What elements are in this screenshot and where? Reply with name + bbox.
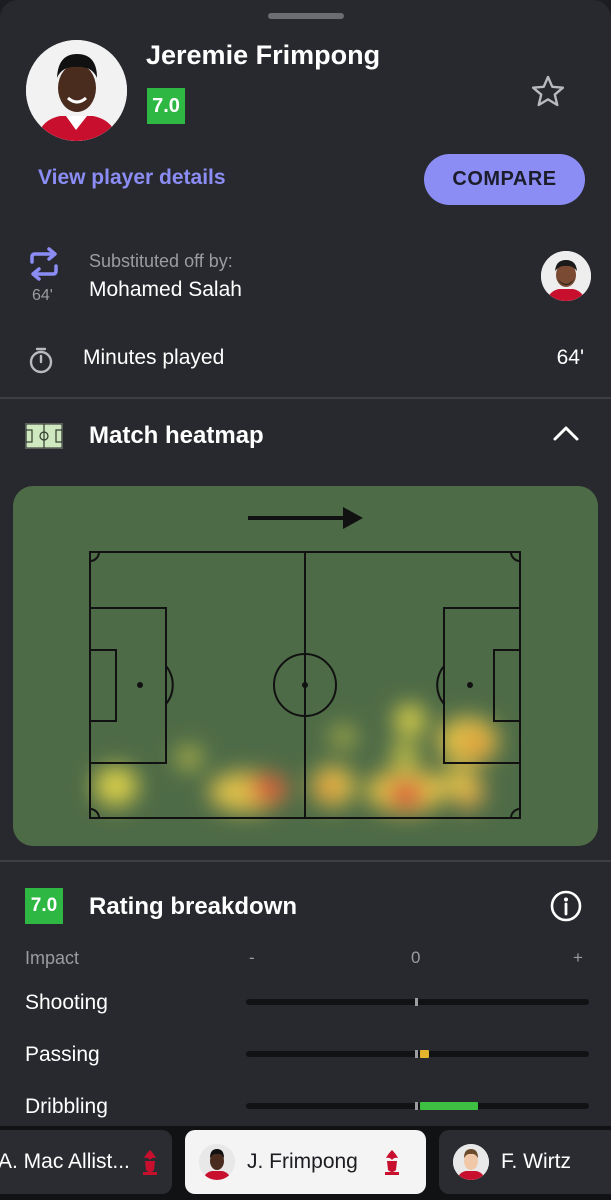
attack-direction-arrow: [248, 507, 363, 529]
lfc-crest-icon: [142, 1150, 157, 1175]
player-tab-wirtz[interactable]: F. Wirtz: [439, 1130, 611, 1194]
tab-avatar: [199, 1144, 235, 1180]
minutes-played-value: 64': [556, 346, 584, 369]
minutes-played-label: Minutes played: [83, 346, 225, 369]
dribbling-impact-bar: [420, 1102, 479, 1110]
substitute-player-name[interactable]: Mohamed Salah: [89, 278, 242, 302]
star-icon[interactable]: [528, 72, 568, 112]
rating-breakdown-title: Rating breakdown: [89, 893, 298, 920]
tab-avatar: [453, 1144, 489, 1180]
passing-label: Passing: [25, 1043, 100, 1066]
impact-axis-zero: 0: [411, 948, 421, 967]
shooting-label: Shooting: [25, 991, 108, 1014]
player-sheet: LFC Jeremie Frimpong 7.0 View player det…: [0, 0, 611, 1200]
compare-button[interactable]: COMPARE: [424, 154, 585, 205]
substitution-label: Substituted off by:: [89, 251, 233, 271]
player-tab-bar: A. Mac Allist... J. Frimpong F. Wirtz: [0, 1126, 611, 1200]
divider: [0, 397, 611, 399]
heat-zones: [94, 704, 498, 813]
chevron-up-icon[interactable]: [552, 422, 580, 444]
breakdown-rating-badge: 7.0: [25, 888, 63, 924]
heatmap-section-title[interactable]: Match heatmap: [89, 422, 264, 450]
dribbling-label: Dribbling: [25, 1095, 108, 1118]
passing-zero-marker: [415, 1050, 418, 1058]
club-badge-text: LFC: [104, 131, 117, 138]
player-tab-frimpong[interactable]: J. Frimpong: [185, 1130, 426, 1194]
player-rating-badge: 7.0: [147, 88, 185, 124]
impact-axis-min: -: [249, 948, 255, 967]
impact-axis-max: +: [573, 948, 583, 967]
match-heatmap: [13, 486, 598, 846]
lfc-crest-icon: [384, 1150, 399, 1175]
player-avatar: LFC: [26, 40, 127, 141]
pitch-icon: [25, 423, 63, 449]
dribbling-zero-marker: [415, 1102, 418, 1110]
view-player-details-link[interactable]: View player details: [38, 166, 226, 190]
substitution-minute: 64': [32, 287, 53, 304]
player-tab-mac-allister[interactable]: A. Mac Allist...: [0, 1130, 172, 1194]
shooting-zero-marker: [415, 998, 418, 1006]
substitution-icon: [30, 247, 58, 281]
drag-handle[interactable]: [268, 13, 344, 19]
tab-label: J. Frimpong: [247, 1150, 358, 1173]
divider: [0, 860, 611, 862]
player-name: Jeremie Frimpong: [146, 40, 381, 70]
tab-label: F. Wirtz: [501, 1150, 571, 1173]
stopwatch-icon: [29, 347, 53, 374]
impact-label: Impact: [25, 948, 80, 968]
substitute-avatar[interactable]: [541, 251, 591, 301]
passing-impact-bar: [420, 1050, 429, 1058]
info-icon[interactable]: [549, 889, 583, 923]
tab-label: A. Mac Allist...: [0, 1150, 130, 1173]
